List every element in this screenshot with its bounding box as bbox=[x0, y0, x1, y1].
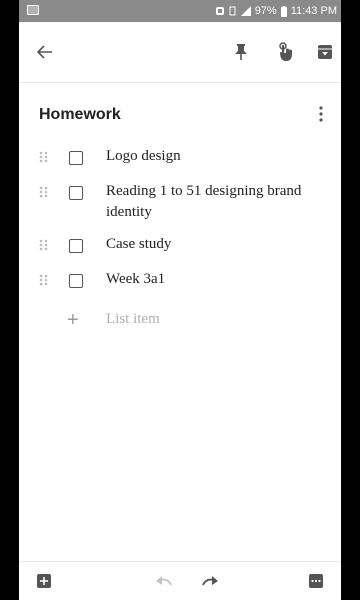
drag-handle-icon[interactable] bbox=[39, 186, 49, 198]
list-item[interactable]: Reading 1 to 51 designing brand identity bbox=[19, 181, 341, 223]
checklist: Logo design Reading 1 to 51 designing br… bbox=[19, 146, 341, 304]
archive-icon bbox=[318, 45, 332, 59]
list-item[interactable]: Case study bbox=[19, 234, 341, 258]
add-content-button[interactable] bbox=[33, 570, 55, 592]
add-list-item-placeholder[interactable]: List item bbox=[106, 311, 160, 328]
alarm-icon bbox=[215, 7, 224, 15]
note-title[interactable]: Homework bbox=[39, 106, 121, 124]
more-options-bottom-button[interactable] bbox=[305, 570, 327, 592]
list-item[interactable]: Logo design bbox=[19, 146, 341, 170]
undo-button[interactable] bbox=[153, 570, 175, 592]
reminder-button[interactable] bbox=[271, 38, 299, 66]
signal-icon bbox=[240, 6, 251, 16]
bottom-toolbar bbox=[19, 561, 341, 600]
item-checkbox[interactable] bbox=[69, 186, 83, 200]
pin-button[interactable] bbox=[227, 38, 255, 66]
back-button[interactable] bbox=[31, 38, 59, 66]
wifi-icon bbox=[229, 6, 236, 16]
item-checkbox[interactable] bbox=[69, 239, 83, 253]
more-horizontal-icon bbox=[309, 574, 323, 588]
archive-button[interactable] bbox=[311, 38, 339, 66]
item-label[interactable]: Week 3a1 bbox=[106, 269, 316, 290]
redo-icon bbox=[202, 576, 218, 586]
undo-icon bbox=[156, 576, 172, 586]
notification-icon bbox=[27, 5, 39, 15]
item-label[interactable]: Logo design bbox=[106, 146, 316, 167]
plus-icon: + bbox=[67, 309, 79, 331]
more-options-button[interactable] bbox=[309, 100, 333, 128]
redo-button[interactable] bbox=[199, 570, 221, 592]
status-indicators: 97% 11:43 PM bbox=[215, 0, 337, 22]
reminder-hand-icon bbox=[279, 42, 292, 61]
drag-handle-icon[interactable] bbox=[39, 274, 49, 286]
add-box-icon bbox=[37, 574, 51, 588]
item-checkbox[interactable] bbox=[69, 274, 83, 288]
drag-handle-icon[interactable] bbox=[39, 151, 49, 163]
app-screen: 97% 11:43 PM Homework Logo design Readin… bbox=[19, 0, 341, 600]
status-bar: 97% 11:43 PM bbox=[19, 0, 341, 22]
item-label[interactable]: Case study bbox=[106, 234, 316, 255]
battery-percent: 97% bbox=[254, 5, 277, 17]
toolbar bbox=[19, 22, 341, 83]
pin-icon bbox=[235, 44, 247, 60]
item-label[interactable]: Reading 1 to 51 designing brand identity bbox=[106, 181, 316, 223]
drag-handle-icon[interactable] bbox=[39, 239, 49, 251]
list-item[interactable]: Week 3a1 bbox=[19, 269, 341, 293]
item-checkbox[interactable] bbox=[69, 151, 83, 165]
more-vert-icon bbox=[319, 106, 323, 122]
arrow-left-icon bbox=[37, 45, 52, 59]
battery-icon bbox=[280, 5, 287, 17]
add-list-item-row[interactable]: + List item bbox=[19, 310, 341, 332]
clock: 11:43 PM bbox=[290, 5, 337, 17]
